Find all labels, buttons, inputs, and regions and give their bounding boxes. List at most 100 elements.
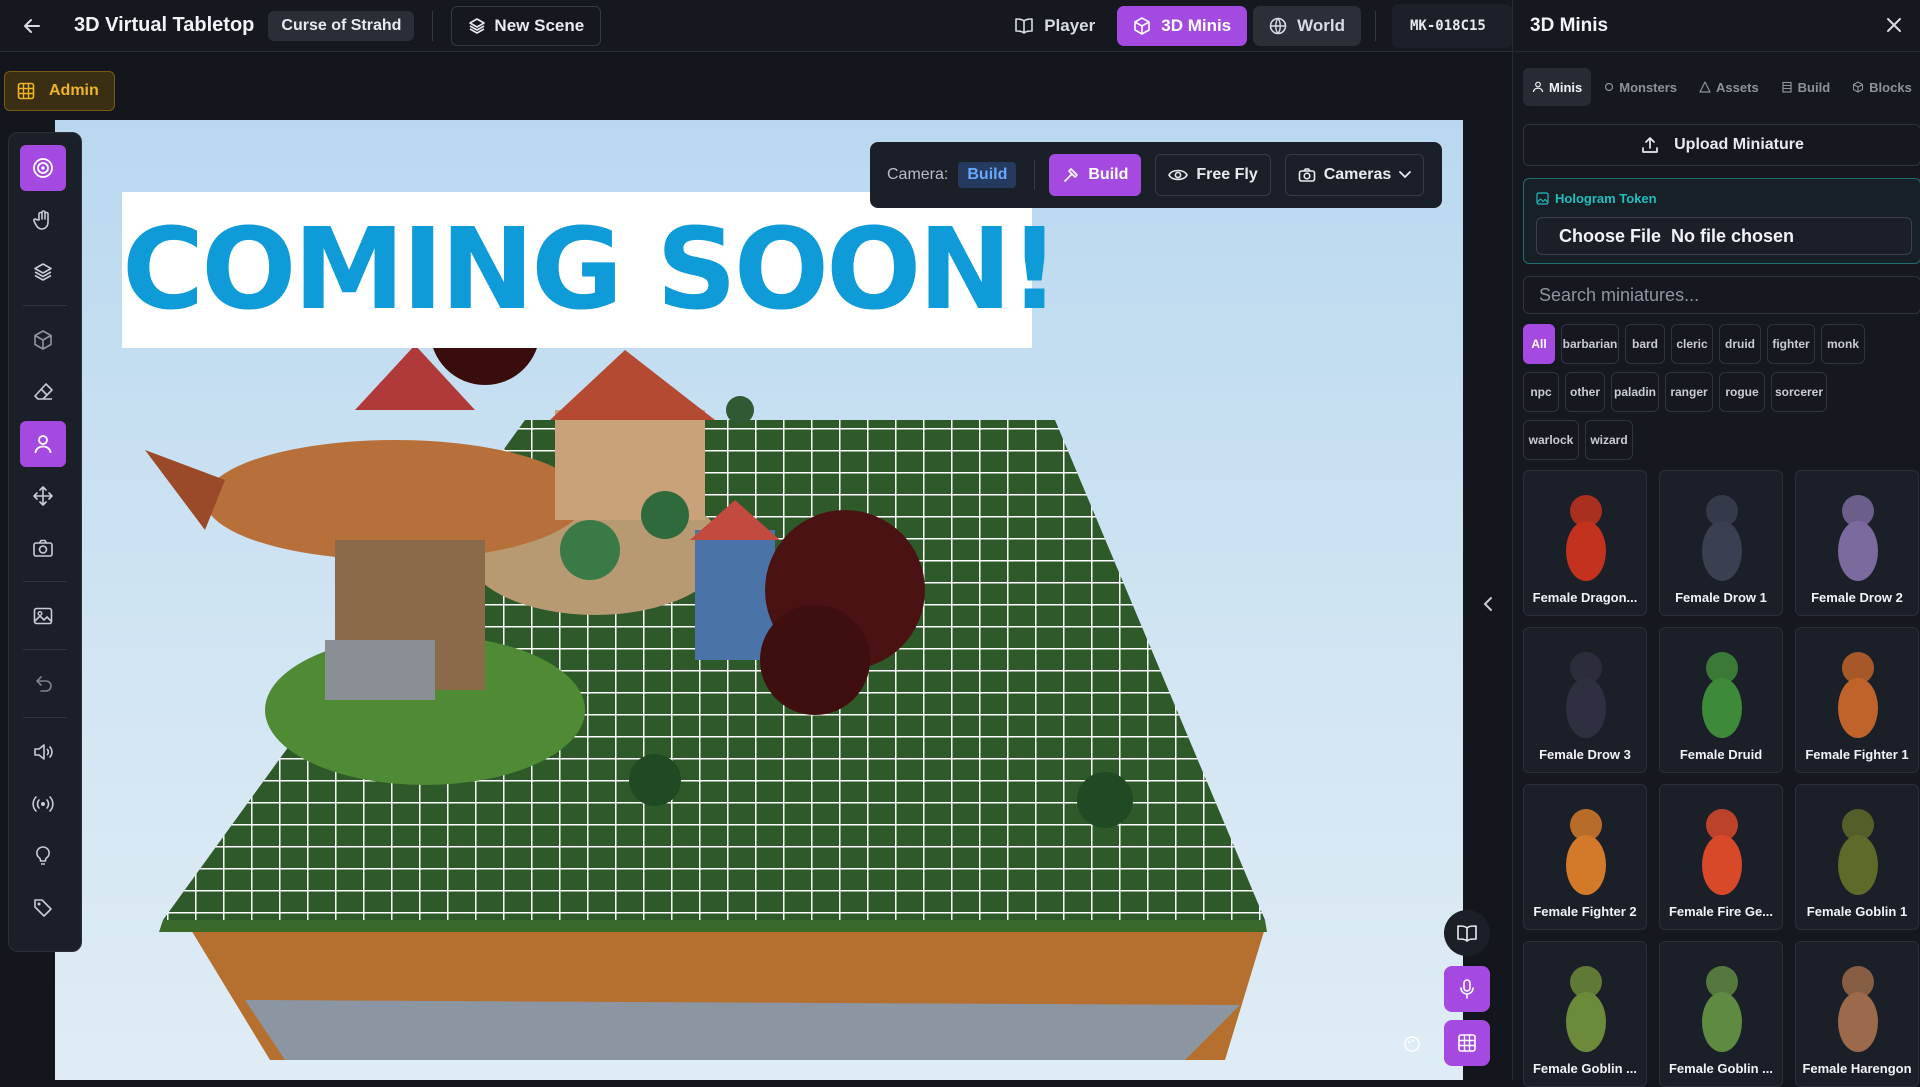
admin-row: Admin — [0, 52, 1512, 120]
filter-chip-druid[interactable]: druid — [1719, 324, 1761, 364]
filter-chip-fighter[interactable]: fighter — [1767, 324, 1815, 364]
build-camera-label: Build — [1088, 166, 1129, 183]
mini-card[interactable]: Female Goblin 1 — [1795, 784, 1919, 930]
eraser-icon — [34, 383, 53, 400]
filter-chip-cleric[interactable]: cleric — [1671, 324, 1713, 364]
campaign-chip[interactable]: Curse of Strahd — [268, 10, 415, 41]
person-tool[interactable] — [20, 421, 66, 467]
hologram-token-box: Hologram Token Choose File No file chose… — [1523, 178, 1920, 264]
pan-tool[interactable] — [20, 197, 66, 243]
image-tool[interactable] — [20, 593, 66, 639]
mini-thumbnail — [1702, 652, 1742, 738]
search-miniatures-input[interactable]: Search miniatures... — [1523, 276, 1920, 314]
divider — [23, 305, 67, 306]
palette-icon[interactable] — [1402, 1034, 1422, 1054]
panel-collapse-toggle[interactable] — [1476, 592, 1500, 616]
admin-button[interactable]: Admin — [4, 71, 115, 111]
mini-card[interactable]: Female Fire Ge... — [1659, 784, 1783, 930]
back-button[interactable] — [10, 4, 54, 48]
left-toolbar — [8, 132, 82, 952]
book-open-icon — [1457, 925, 1477, 942]
tag-tool[interactable] — [20, 885, 66, 931]
tab-blocks[interactable]: Blocks — [1843, 68, 1920, 106]
building-icon — [1782, 81, 1792, 93]
filter-chip-rogue[interactable]: rogue — [1719, 372, 1765, 412]
filter-chip-sorcerer[interactable]: sorcerer — [1771, 372, 1827, 412]
divider — [1034, 160, 1036, 190]
mini-card[interactable]: Female Drow 2 — [1795, 470, 1919, 616]
filter-chip-bard[interactable]: bard — [1625, 324, 1665, 364]
mini-thumbnail — [1838, 495, 1878, 581]
upload-label: Upload Miniature — [1674, 136, 1804, 153]
player-mode-label: Player — [1044, 15, 1096, 35]
new-scene-button[interactable]: New Scene — [451, 5, 602, 46]
free-fly-button[interactable]: Free Fly — [1155, 154, 1271, 196]
hologram-file-input[interactable]: Choose File No file chosen — [1536, 217, 1912, 255]
mini-card[interactable]: Female Dragon... — [1523, 470, 1647, 616]
move-icon — [33, 486, 53, 506]
mini-name: Female Fire Ge... — [1668, 904, 1774, 919]
choose-file-button[interactable]: Choose File — [1559, 226, 1661, 247]
build-camera-button[interactable]: Build — [1049, 154, 1142, 196]
tab-monsters[interactable]: Monsters — [1595, 68, 1686, 106]
mini-card[interactable]: Female Harengon — [1795, 941, 1919, 1087]
camera-mode-badge: Build — [958, 162, 1017, 188]
filter-chip-barbarian[interactable]: barbarian — [1561, 324, 1619, 364]
green-tree — [641, 491, 689, 539]
voice-button[interactable] — [1444, 966, 1490, 1012]
layers-tool[interactable] — [20, 249, 66, 295]
filter-chip-wizard[interactable]: wizard — [1585, 420, 1633, 460]
lighting-tool[interactable] — [20, 833, 66, 879]
filter-chip-All[interactable]: All — [1523, 324, 1555, 364]
green-tree — [1077, 772, 1133, 828]
grass-edge — [159, 920, 1267, 932]
mini-card[interactable]: Female Fighter 2 — [1523, 784, 1647, 930]
grid-toggle-button[interactable] — [1444, 1020, 1490, 1066]
filter-chip-warlock[interactable]: warlock — [1523, 420, 1579, 460]
tab-build[interactable]: Build — [1772, 68, 1840, 106]
rules-book-button[interactable] — [1444, 910, 1490, 956]
filter-chip-ranger[interactable]: ranger — [1665, 372, 1713, 412]
green-tree — [629, 754, 681, 806]
tab-assets[interactable]: Assets — [1690, 68, 1768, 106]
world-mode-button[interactable]: World — [1253, 5, 1361, 46]
image-icon — [1536, 192, 1549, 205]
mini-card[interactable]: Female Goblin ... — [1523, 941, 1647, 1087]
person-icon — [34, 435, 52, 454]
mini-card[interactable]: Female Drow 3 — [1523, 627, 1647, 773]
dark-red-tree — [760, 605, 870, 715]
upload-miniature-button[interactable]: Upload Miniature — [1523, 124, 1920, 166]
filter-chip-other[interactable]: other — [1565, 372, 1605, 412]
mini-name: Female Druid — [1679, 747, 1763, 762]
panel-title: 3D Minis — [1530, 14, 1609, 36]
close-panel-button[interactable] — [1882, 14, 1906, 38]
undo-tool[interactable] — [20, 661, 66, 707]
minis-panel: 3D Minis Minis Monsters Assets Build Blo… — [1512, 0, 1920, 1087]
tab-minis[interactable]: Minis — [1523, 68, 1592, 106]
divider — [432, 10, 434, 41]
book-open-icon — [1015, 17, 1033, 34]
session-id[interactable]: MK-018C15 — [1392, 3, 1512, 48]
filter-chip-paladin[interactable]: paladin — [1611, 372, 1659, 412]
filter-chip-npc[interactable]: npc — [1523, 372, 1559, 412]
3d-viewport[interactable]: COMING SOON! Camera: Build Build Free Fl… — [55, 120, 1463, 1080]
cameras-dropdown[interactable]: Cameras — [1284, 154, 1425, 196]
mini-card[interactable]: Female Goblin ... — [1659, 941, 1783, 1087]
mini-card[interactable]: Female Drow 1 — [1659, 470, 1783, 616]
screenshot-tool[interactable] — [20, 525, 66, 571]
eraser-tool[interactable] — [20, 369, 66, 415]
move-tool[interactable] — [20, 473, 66, 519]
mini-thumbnail — [1566, 652, 1606, 738]
filter-chip-monk[interactable]: monk — [1821, 324, 1865, 364]
target-tool[interactable] — [20, 145, 66, 191]
volume-tool[interactable] — [20, 729, 66, 775]
cube-icon — [1134, 16, 1151, 35]
player-mode-button[interactable]: Player — [998, 6, 1111, 46]
hammer-icon — [1064, 168, 1079, 182]
broadcast-tool[interactable] — [20, 781, 66, 827]
cube-tool[interactable] — [20, 317, 66, 363]
mini-card[interactable]: Female Druid — [1659, 627, 1783, 773]
mini-card[interactable]: Female Fighter 1 — [1795, 627, 1919, 773]
mini-name: Female Dragon... — [1532, 590, 1638, 605]
3d-minis-mode-button[interactable]: 3D Minis — [1117, 5, 1248, 46]
